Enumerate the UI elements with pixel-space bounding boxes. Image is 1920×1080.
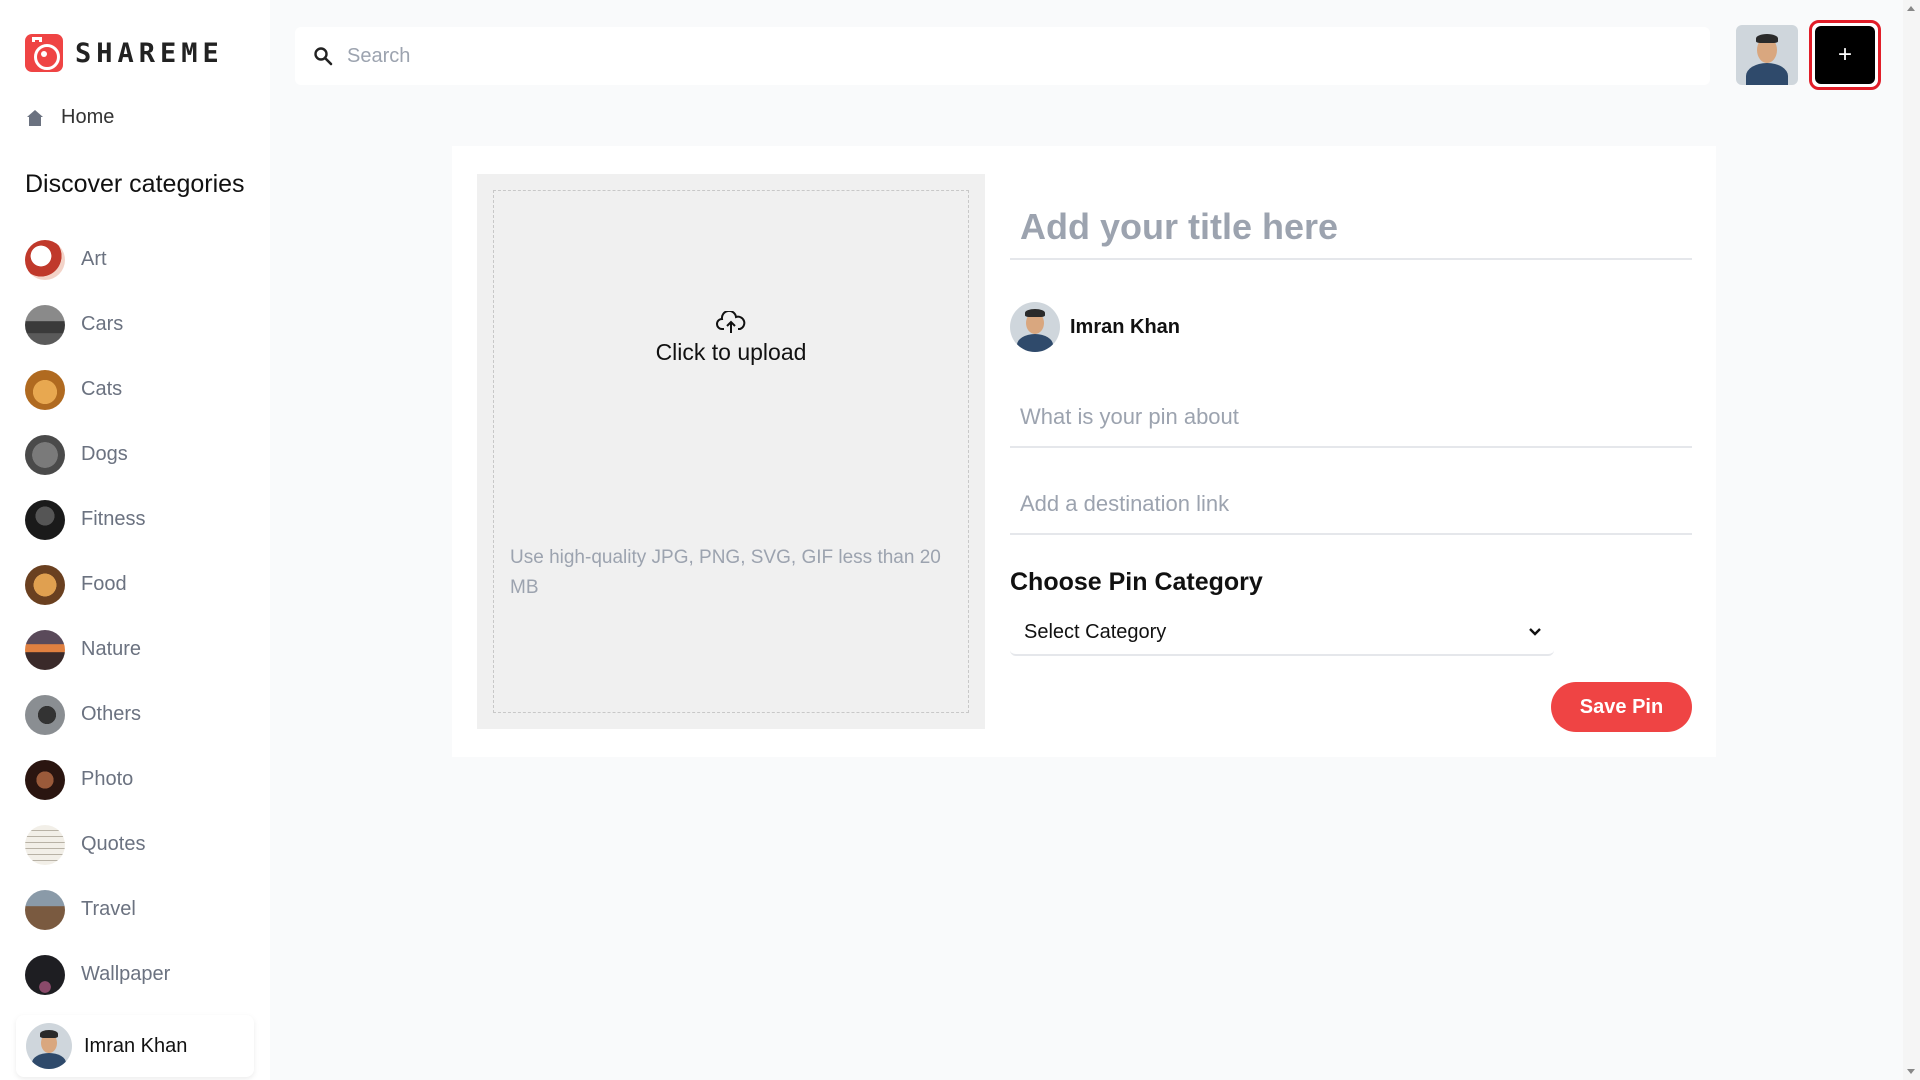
- sidebar-item-cars[interactable]: Cars: [25, 292, 170, 357]
- sidebar-item-label: Others: [81, 703, 142, 725]
- category-thumbnail: [25, 629, 65, 670]
- category-thumbnail: [25, 954, 65, 995]
- category-thumbnail: [25, 499, 65, 540]
- sidebar: SHAREME Home Discover categories Art Car…: [0, 0, 270, 1080]
- category-thumbnail: [25, 369, 65, 410]
- category-thumbnail: [25, 759, 65, 800]
- search-bar[interactable]: [295, 27, 1710, 85]
- scroll-up-icon[interactable]: [1907, 6, 1915, 11]
- sidebar-item-food[interactable]: Food: [25, 552, 170, 617]
- create-pin-button[interactable]: +: [1809, 20, 1881, 90]
- app-root: SHAREME Home Discover categories Art Car…: [0, 0, 1920, 1080]
- sidebar-item-label: Nature: [81, 638, 142, 660]
- sidebar-item-label: Travel: [81, 898, 136, 920]
- cloud-upload-icon: [716, 311, 746, 333]
- sidebar-item-nature[interactable]: Nature: [25, 617, 170, 682]
- category-thumbnail: [25, 564, 65, 605]
- author: Imran Khan: [1010, 302, 1180, 352]
- sidebar-item-label: Fitness: [81, 508, 146, 530]
- avatar: [26, 1023, 72, 1069]
- sidebar-item-label: Photo: [81, 768, 134, 790]
- vertical-scrollbar[interactable]: [1903, 0, 1920, 1080]
- upload-dropzone[interactable]: Click to upload Use high-quality JPG, PN…: [493, 190, 969, 713]
- plus-icon: +: [1815, 26, 1875, 84]
- sidebar-item-cats[interactable]: Cats: [25, 357, 170, 422]
- sidebar-item-art[interactable]: Art: [25, 227, 170, 292]
- sidebar-item-label: Home: [61, 106, 115, 128]
- sidebar-item-label: Dogs: [81, 443, 128, 465]
- sidebar-item-label: Food: [81, 573, 127, 595]
- upload-area[interactable]: Click to upload Use high-quality JPG, PN…: [477, 174, 985, 729]
- sidebar-item-photo[interactable]: Photo: [25, 747, 170, 812]
- category-thumbnail: [25, 694, 65, 735]
- category-list: Art Cars Cats Dogs Fitness Food Nature O…: [25, 227, 170, 1007]
- sidebar-item-wallpaper[interactable]: Wallpaper: [25, 942, 170, 1007]
- category-thumbnail: [25, 889, 65, 930]
- category-select-value: Select Category: [1024, 620, 1167, 643]
- discover-heading: Discover categories: [25, 170, 245, 198]
- sidebar-item-fitness[interactable]: Fitness: [25, 487, 170, 552]
- sidebar-item-home[interactable]: Home: [25, 106, 114, 129]
- save-pin-button[interactable]: Save Pin: [1551, 682, 1692, 732]
- category-thumbnail: [25, 824, 65, 865]
- destination-link-input[interactable]: [1010, 475, 1692, 535]
- sidebar-item-label: Art: [81, 248, 107, 270]
- camera-logo-icon: [25, 34, 63, 72]
- sidebar-item-label: Cats: [81, 378, 123, 400]
- category-thumbnail: [25, 304, 65, 345]
- search-icon: [314, 47, 333, 66]
- sidebar-item-quotes[interactable]: Quotes: [25, 812, 170, 877]
- category-thumbnail: [25, 239, 65, 280]
- about-input[interactable]: [1010, 388, 1692, 448]
- upload-hint: Use high-quality JPG, PNG, SVG, GIF less…: [510, 547, 941, 598]
- logo-text: SHAREME: [75, 37, 224, 69]
- avatar: [1010, 302, 1060, 352]
- chevron-down-icon: [1529, 628, 1541, 636]
- title-input[interactable]: [1010, 196, 1692, 260]
- category-thumbnail: [25, 434, 65, 475]
- upload-prompt[interactable]: Click to upload: [494, 311, 968, 366]
- sidebar-item-dogs[interactable]: Dogs: [25, 422, 170, 487]
- sidebar-item-others[interactable]: Others: [25, 682, 170, 747]
- create-pin-card: Click to upload Use high-quality JPG, PN…: [452, 146, 1716, 757]
- sidebar-item-label: Quotes: [81, 833, 146, 855]
- user-avatar-button[interactable]: [1736, 25, 1798, 85]
- sidebar-item-label: Cars: [81, 313, 124, 335]
- sidebar-item-label: Wallpaper: [81, 963, 171, 985]
- category-heading: Choose Pin Category: [1010, 568, 1263, 596]
- sidebar-item-travel[interactable]: Travel: [25, 877, 170, 942]
- search-input[interactable]: [347, 44, 1647, 68]
- upload-label: Click to upload: [655, 339, 807, 365]
- profile-name: Imran Khan: [84, 1034, 188, 1057]
- logo[interactable]: SHAREME: [25, 34, 224, 72]
- author-name: Imran Khan: [1070, 315, 1181, 338]
- sidebar-profile[interactable]: Imran Khan: [16, 1015, 254, 1077]
- scroll-down-icon[interactable]: [1907, 1069, 1915, 1074]
- home-icon: [27, 109, 43, 126]
- category-select[interactable]: Select Category: [1010, 610, 1554, 656]
